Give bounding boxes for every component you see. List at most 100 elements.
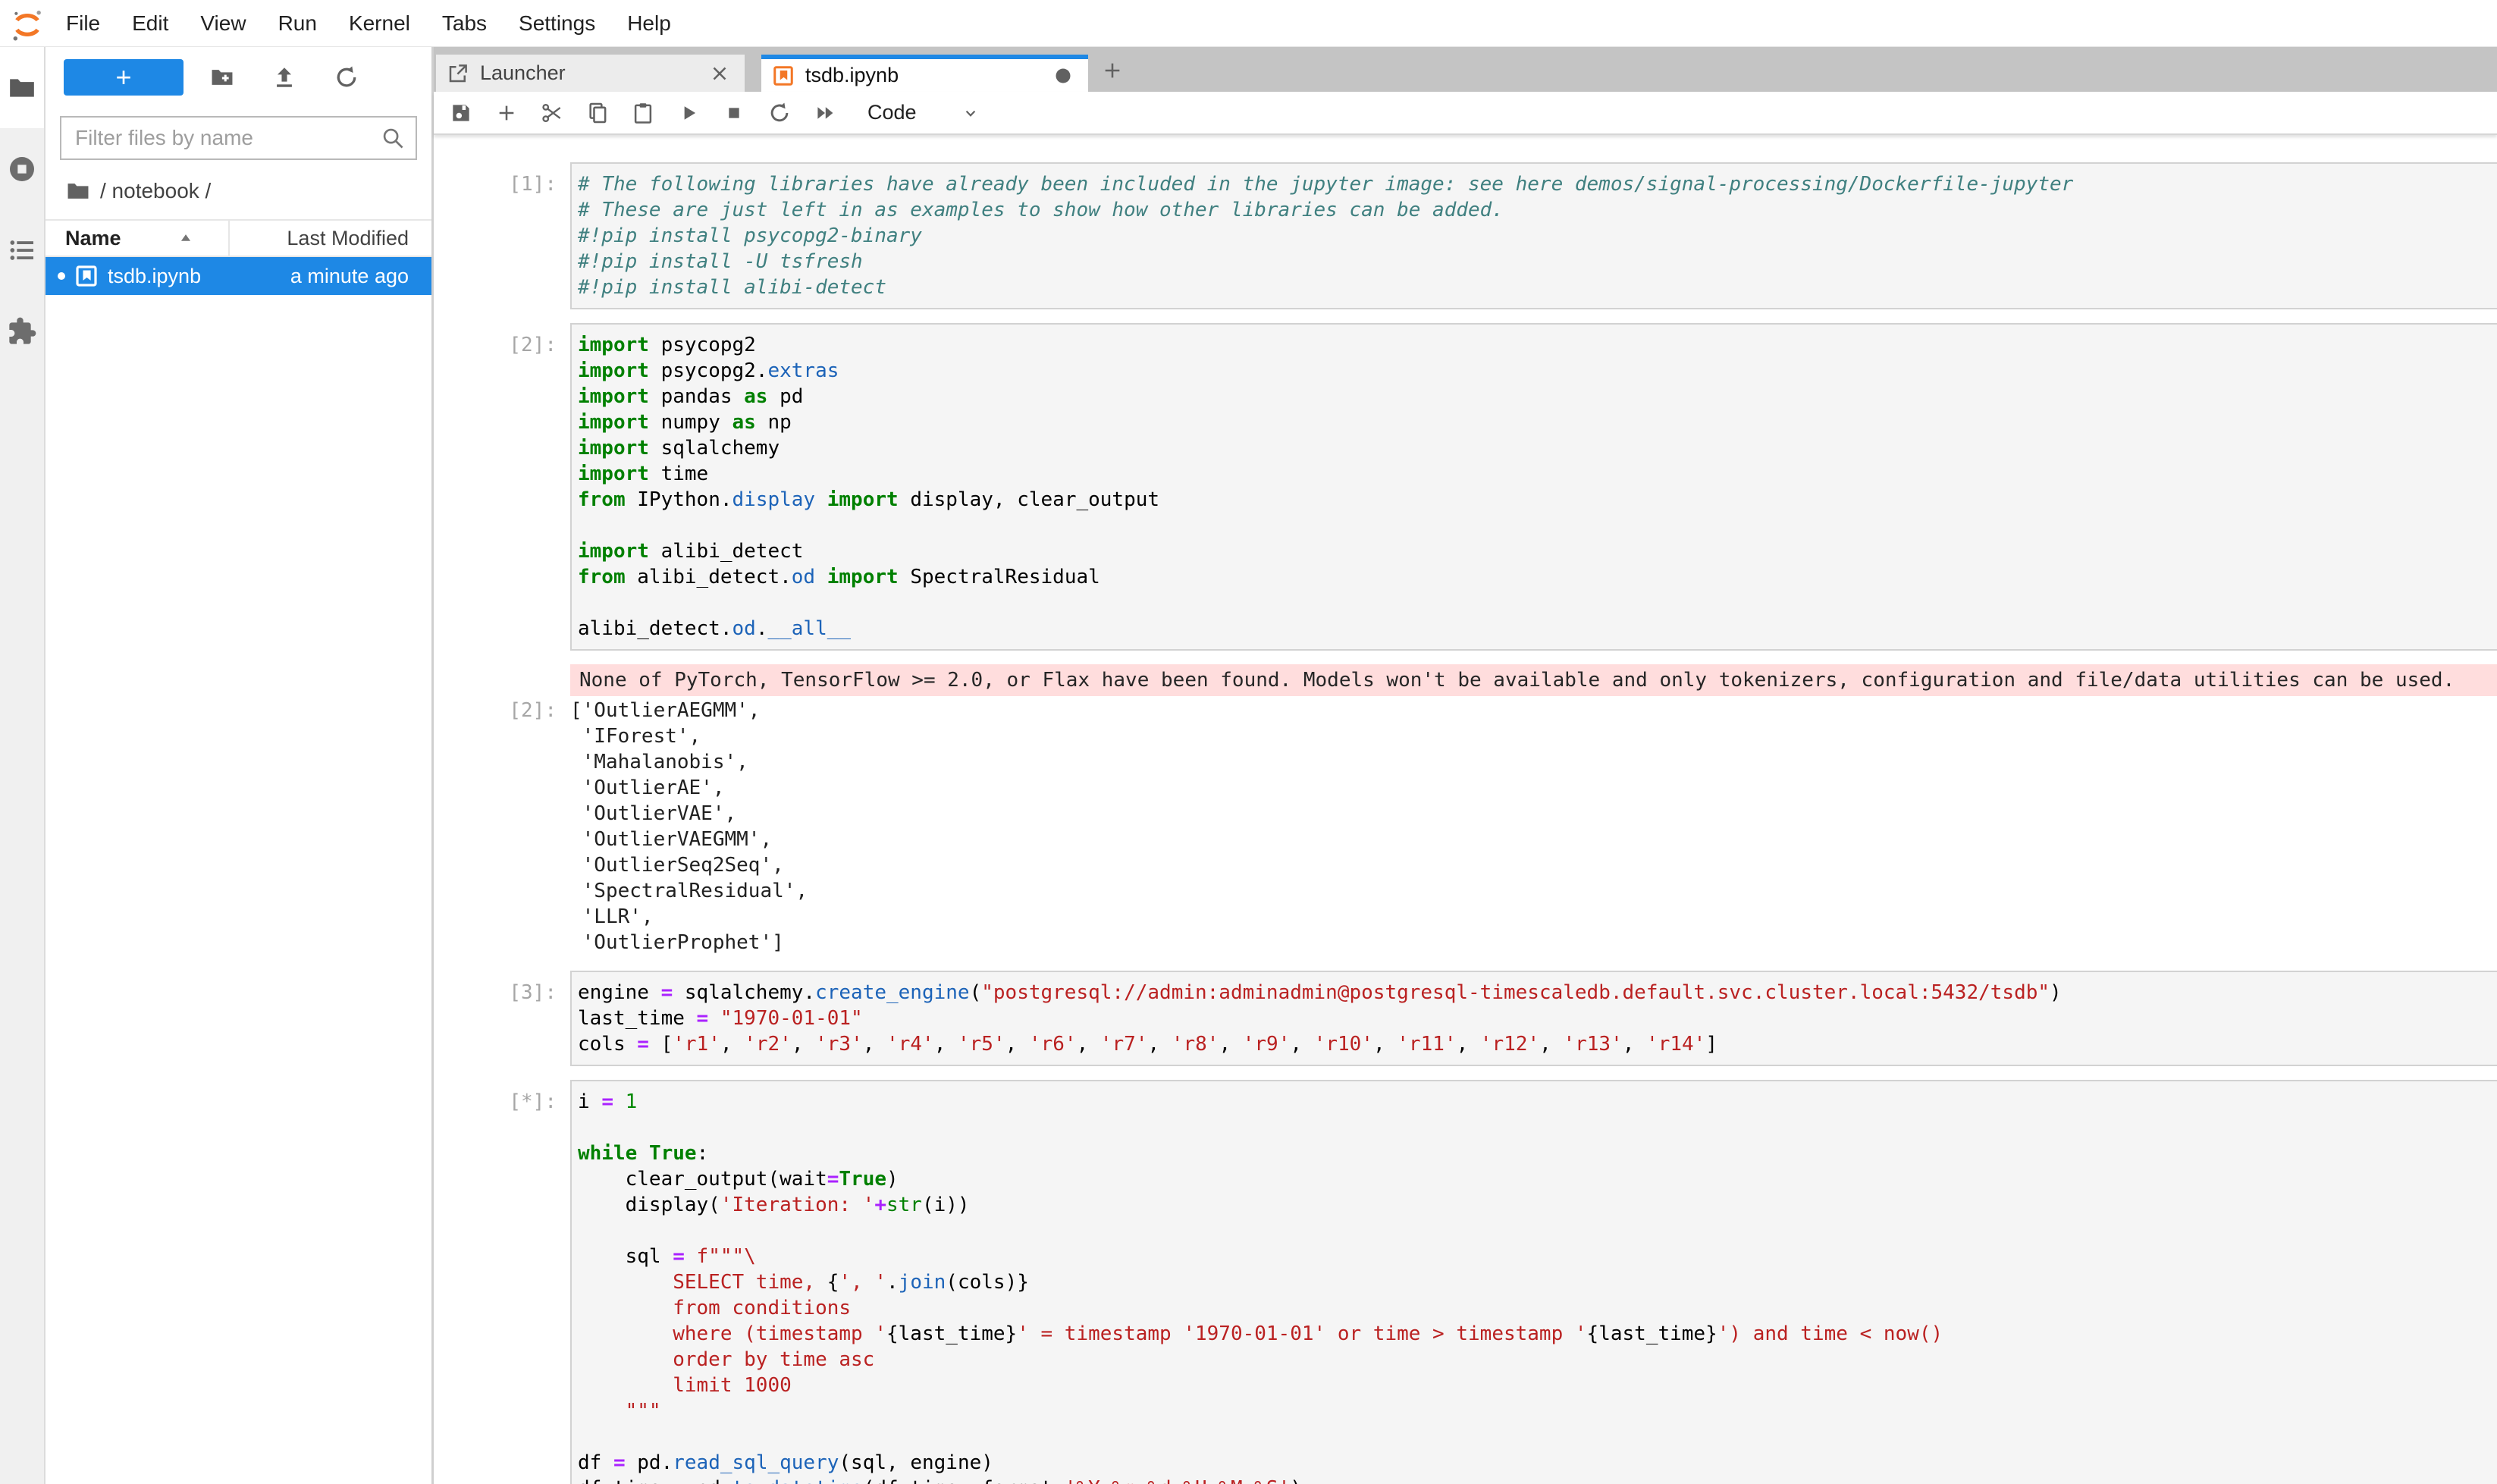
toolbar-buttons [438,92,848,134]
cell-editor[interactable]: i = 1 while True: clear_output(wait=True… [570,1080,2497,1484]
new-tab-button[interactable] [1096,54,1129,87]
code-line: """ [578,1398,2497,1424]
dock-panel: Launcher tsdb.ipynb Code [1]:# The follow… [434,47,2497,1484]
notebook-toolbar: Code [434,92,2497,135]
file-browser-panel: + / notebook / Name Last Modified tsdb.i… [45,47,434,1484]
code-cell: [*]:i = 1 while True: clear_output(wait=… [498,1080,2497,1484]
output-text: ['OutlierAEGMM', 'IForest', 'Mahalanobis… [570,698,2497,955]
cell-type-dropdown[interactable]: Code [867,101,980,124]
column-header-name[interactable]: Name [45,227,228,250]
refresh-button[interactable] [315,59,378,96]
refresh-icon [334,64,359,90]
home-folder-icon [65,178,91,204]
cell-editor[interactable]: engine = sqlalchemy.create_engine("postg… [570,971,2497,1066]
menu-edit[interactable]: Edit [116,1,184,46]
output-prompt: [2]: [498,698,570,955]
input-prompt: [2]: [498,323,570,651]
code-line [578,513,2497,538]
input-prompt: [3]: [498,971,570,1066]
menu-bar: FileEditViewRunKernelTabsSettingsHelp [0,0,2497,47]
output-line: 'Mahalanobis', [570,749,2497,775]
sidebar-tab-extension-manager[interactable] [0,290,44,372]
copy-cells-button[interactable] [575,92,620,134]
sidebar-tab-running-sessions[interactable] [0,128,44,209]
tab-tsdb-ipynb[interactable]: tsdb.ipynb [761,55,1088,92]
run-icon [676,101,701,125]
new-launcher-button[interactable]: + [64,59,184,96]
restart-run-all-button[interactable] [802,92,848,134]
new-folder-button[interactable] [191,59,253,96]
code-line: df.time = pd.to_datetime(df.time, format… [578,1476,2497,1484]
cut-icon [540,101,564,125]
cut-cells-button[interactable] [529,92,575,134]
output-line: 'LLR', [570,904,2497,930]
code-line [578,1424,2497,1450]
plus-icon [1100,58,1125,83]
menu-view[interactable]: View [184,1,262,46]
menu-help[interactable]: Help [611,1,687,46]
tab-bar: Launcher tsdb.ipynb [434,47,2497,92]
code-line: last_time = "1970-01-01" [578,1006,2497,1031]
code-line: where (timestamp '{last_time}' = timesta… [578,1321,2497,1347]
code-line: import time [578,461,2497,487]
code-line: limit 1000 [578,1373,2497,1398]
stderr-output: None of PyTorch, TensorFlow >= 2.0, or F… [570,664,2497,696]
output-line: 'OutlierVAEGMM', [570,827,2497,852]
menu-run[interactable]: Run [262,1,333,46]
plus-icon [494,101,519,125]
cell-editor[interactable]: # The following libraries have already b… [570,162,2497,309]
search-icon [381,126,405,150]
code-line [578,590,2497,616]
jupyter-logo-icon [10,8,40,39]
upload-icon [271,64,297,90]
output-line: ['OutlierAEGMM', [570,698,2497,723]
column-header-last-modified[interactable]: Last Modified [228,221,431,256]
paste-icon [631,101,655,125]
upload-button[interactable] [253,59,315,96]
save-button[interactable] [438,92,484,134]
code-cell: [1]:# The following libraries have alrea… [498,162,2497,309]
sidebar-tab-table-of-contents[interactable] [0,209,44,290]
cell-editor[interactable]: import psycopg2import psycopg2.extrasimp… [570,323,2497,651]
run-all-icon [813,101,837,125]
restart-kernel-button[interactable] [757,92,802,134]
menu-file[interactable]: File [50,1,116,46]
sidebar [0,47,45,1484]
notebook-icon [74,264,99,288]
breadcrumb-path: / notebook / [100,179,211,203]
interrupt-kernel-button[interactable] [711,92,757,134]
output-line: 'OutlierSeq2Seq', [570,852,2497,878]
folder-icon [7,73,37,103]
notebook-cells: [1]:# The following libraries have alrea… [498,162,2497,1484]
menu-settings[interactable]: Settings [503,1,611,46]
sidebar-tab-file-browser[interactable] [0,47,44,128]
code-line: import psycopg2 [578,332,2497,358]
code-cell: [2]:import psycopg2import psycopg2.extra… [498,323,2497,651]
file-list-header: Name Last Modified [45,219,431,257]
output-line: 'SpectralResidual', [570,878,2497,904]
input-prompt: [*]: [498,1080,570,1484]
code-line: import alibi_detect [578,538,2497,564]
code-line: cols = ['r1', 'r2', 'r3', 'r4', 'r5', 'r… [578,1031,2497,1057]
new-folder-icon [209,64,235,90]
code-line: #!pip install -U tsfresh [578,249,2497,275]
sort-ascending-icon [176,228,196,248]
run-cell-button[interactable] [666,92,711,134]
execute-result: [2]:['OutlierAEGMM', 'IForest', 'Mahalan… [498,698,2497,955]
menu-tabs[interactable]: Tabs [426,1,503,46]
filter-files-input[interactable] [75,126,381,150]
breadcrumb[interactable]: / notebook / [65,178,431,204]
code-line: i = 1 [578,1089,2497,1115]
insert-cell-button[interactable] [484,92,529,134]
chevron-down-icon [961,103,980,123]
filebrowser-actions [191,59,378,96]
code-line: clear_output(wait=True) [578,1166,2497,1192]
paste-cells-button[interactable] [620,92,666,134]
menu-kernel[interactable]: Kernel [333,1,426,46]
filter-box [60,116,417,160]
close-tab-button[interactable] [707,61,732,86]
running-icon [7,154,37,184]
tab-launcher[interactable]: Launcher [436,55,745,92]
file-row[interactable]: tsdb.ipynba minute ago [45,257,431,295]
unsaved-indicator[interactable] [1050,63,1076,89]
